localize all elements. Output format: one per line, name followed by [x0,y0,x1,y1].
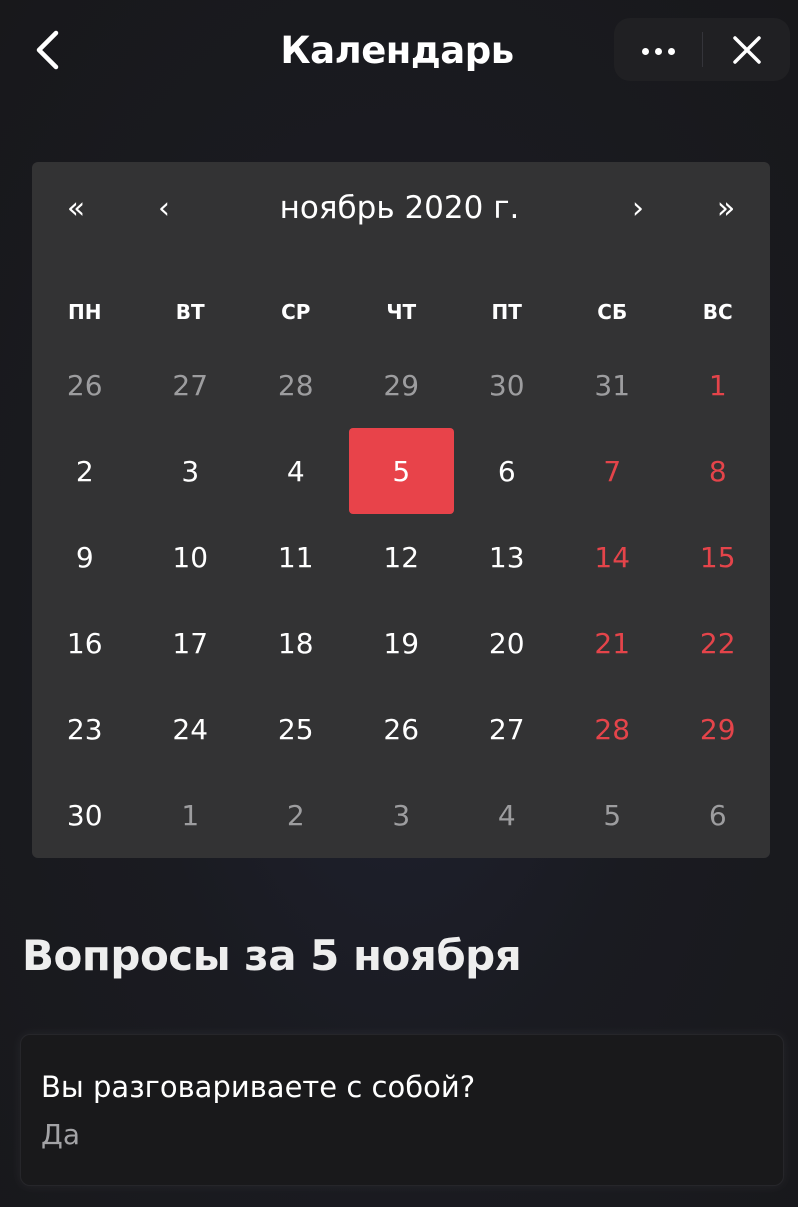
next-month-button[interactable]: › [608,184,668,232]
day-cell[interactable]: 16 [32,600,138,686]
day-cell[interactable]: 26 [32,342,138,428]
day-cell[interactable]: 3 [349,772,455,858]
day-cell[interactable]: 12 [349,514,455,600]
weekday-label: ВТ [175,300,205,324]
day-cell[interactable]: 23 [32,686,138,772]
weekday-header: ПН ВТ СР ЧТ ПТ СБ ВС [32,290,770,334]
day-cell[interactable]: 11 [243,514,349,600]
day-cell[interactable]: 2 [32,428,138,514]
prev-year-button[interactable]: « [46,184,106,232]
more-button[interactable] [614,18,702,81]
day-cell-selected[interactable]: 5 [348,428,454,514]
day-cell[interactable]: 26 [349,686,455,772]
question-card[interactable]: Вы разговариваете с собой? Да [20,1034,784,1186]
header: Календарь [0,0,798,100]
questions-title: Вопросы за 5 ноября [22,931,522,980]
day-cell[interactable]: 24 [138,686,244,772]
day-cell[interactable]: 4 [243,428,349,514]
day-cell[interactable]: 6 [454,428,560,514]
day-cell[interactable]: 27 [138,342,244,428]
day-cell[interactable]: 30 [32,772,138,858]
day-cell[interactable]: 18 [243,600,349,686]
days-grid: 26 27 28 29 30 31 1 2 3 4 5 6 7 8 9 10 11 12 13 14 15 16 17 18 1… [32,342,770,858]
day-cell[interactable]: 10 [138,514,244,600]
day-cell[interactable]: 25 [243,686,349,772]
more-dots-icon [639,40,678,59]
window-controls [614,18,790,81]
day-cell[interactable]: 20 [454,600,560,686]
day-cell[interactable]: 8 [665,428,771,514]
day-cell[interactable]: 29 [665,686,771,772]
weekday-label: ПН [68,300,102,324]
day-cell[interactable]: 3 [138,428,244,514]
question-text: Вы разговариваете с собой? [41,1070,476,1104]
day-cell[interactable]: 5 [560,772,666,858]
day-cell[interactable]: 29 [349,342,455,428]
weekday-label: СР [281,300,311,324]
day-cell[interactable]: 7 [560,428,666,514]
weekday-label: ВС [702,300,733,324]
day-cell[interactable]: 28 [560,686,666,772]
day-cell[interactable]: 30 [454,342,560,428]
prev-month-button[interactable]: ‹ [134,184,194,232]
answer-text: Да [41,1118,81,1151]
day-cell[interactable]: 27 [454,686,560,772]
next-year-button[interactable]: » [696,184,756,232]
day-cell[interactable]: 15 [665,514,771,600]
day-cell[interactable]: 6 [665,772,771,858]
day-cell[interactable]: 22 [665,600,771,686]
close-button[interactable] [703,18,790,81]
day-cell[interactable]: 19 [349,600,455,686]
day-cell[interactable]: 17 [138,600,244,686]
day-cell[interactable]: 31 [560,342,666,428]
day-cell[interactable]: 1 [665,342,771,428]
weekday-label: СБ [597,300,628,324]
day-cell[interactable]: 2 [243,772,349,858]
calendar-navigation: « ‹ ноябрь 2020 г. › » [32,162,770,254]
day-cell[interactable]: 21 [560,600,666,686]
day-cell[interactable]: 1 [138,772,244,858]
close-icon [732,35,761,64]
month-label[interactable]: ноябрь 2020 г. [212,186,587,230]
calendar: « ‹ ноябрь 2020 г. › » ПН ВТ СР ЧТ ПТ СБ… [32,162,770,858]
day-cell[interactable]: 13 [454,514,560,600]
weekday-label: ПТ [491,300,522,324]
day-cell[interactable]: 9 [32,514,138,600]
day-cell[interactable]: 28 [243,342,349,428]
weekday-label: ЧТ [386,300,417,324]
day-cell[interactable]: 14 [560,514,666,600]
day-cell[interactable]: 4 [454,772,560,858]
